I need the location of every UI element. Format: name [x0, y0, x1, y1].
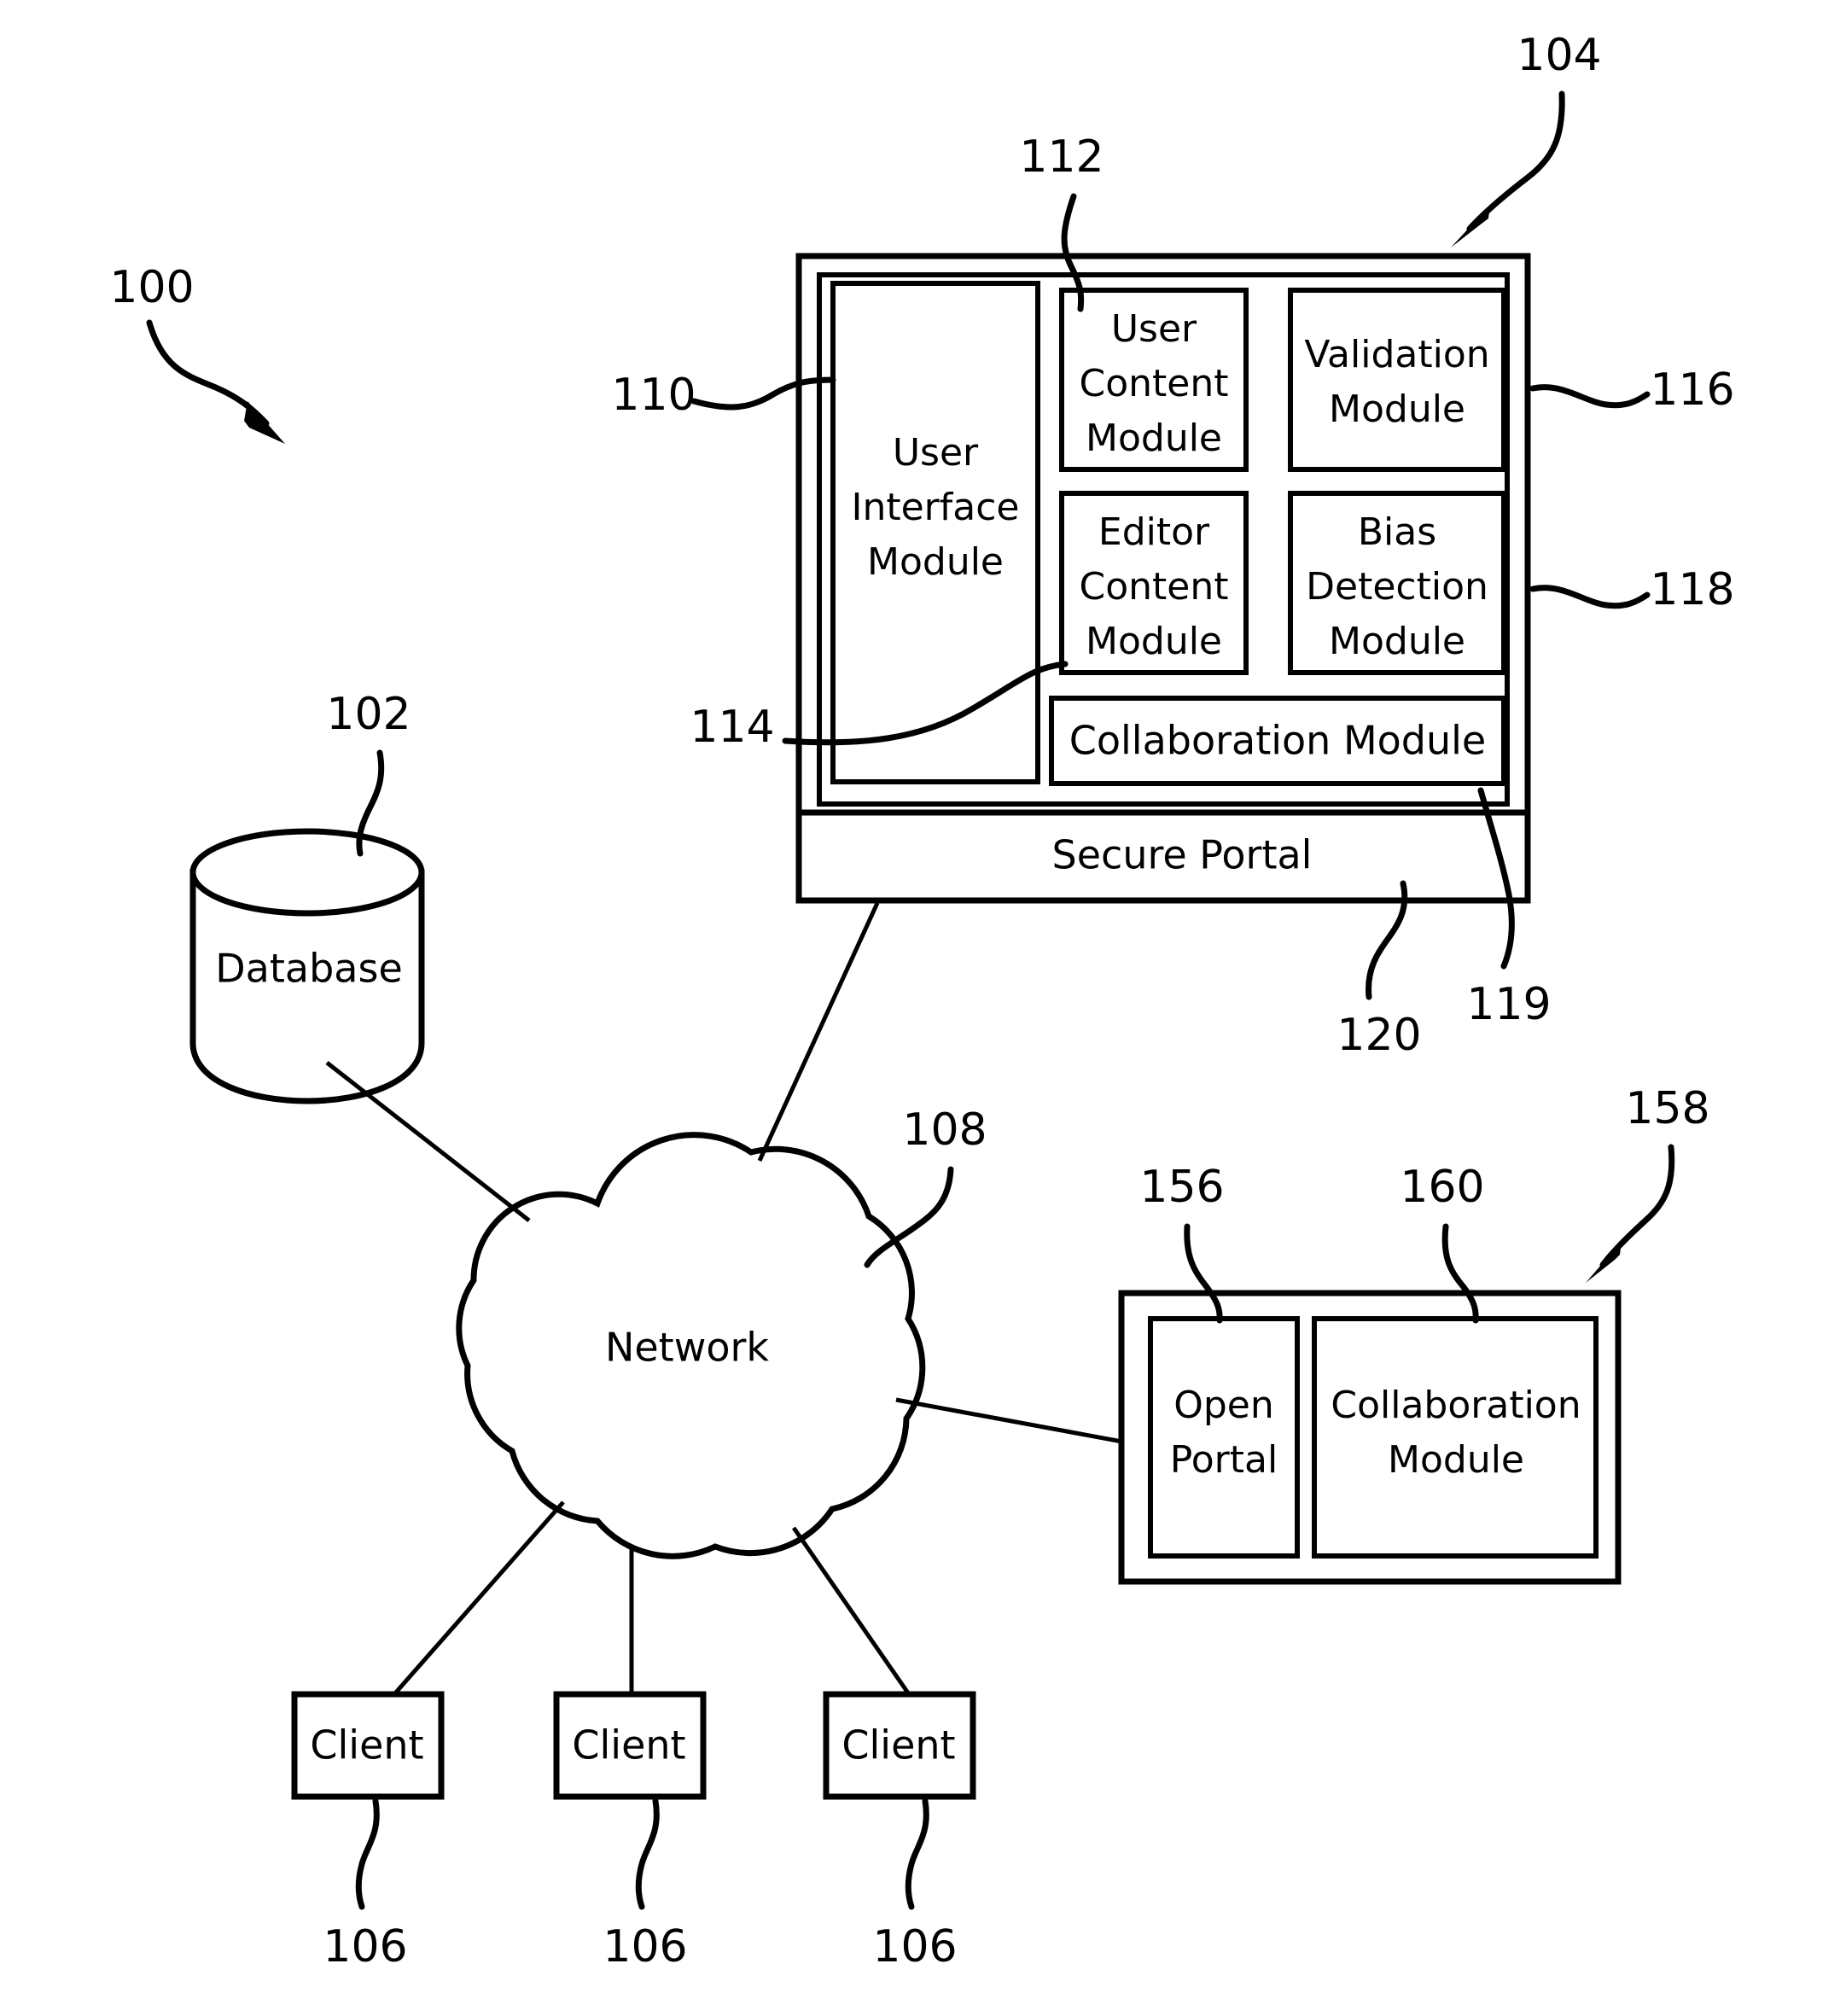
numeral-104: 104 — [1517, 30, 1601, 81]
leader-line-106-3 — [905, 1798, 929, 1910]
numeral-106-1: 106 — [323, 1921, 407, 1972]
database-label: Database — [215, 946, 403, 992]
arrowhead-100 — [244, 401, 285, 444]
module-bias-detection-line1: Bias — [1358, 510, 1436, 554]
numeral-106-3: 106 — [872, 1921, 957, 1972]
numeral-112: 112 — [1019, 131, 1104, 183]
module-open-collaboration[interactable] — [1312, 1316, 1599, 1559]
connector-network-open-system — [895, 1397, 1127, 1445]
callout-104: 104 — [1451, 30, 1602, 248]
numeral-100: 100 — [109, 262, 194, 313]
client-label-2: Client — [572, 1722, 685, 1768]
module-collaboration-label: Collaboration Module — [1069, 718, 1486, 764]
module-validation[interactable] — [1288, 288, 1506, 472]
module-open-portal-line2: Portal — [1170, 1438, 1278, 1482]
client-node-3[interactable]: Client 106 — [823, 1691, 976, 1972]
numeral-108: 108 — [902, 1104, 987, 1156]
open-system-158[interactable]: Open Portal Collaboration Module 156 160… — [1118, 1083, 1710, 1585]
system-callout-100: 100 — [109, 262, 285, 444]
module-user-interface[interactable] — [830, 281, 1040, 784]
module-user-interface-line3: Module — [867, 540, 1004, 584]
module-user-content-line2: Content — [1080, 362, 1229, 405]
module-user-interface-line2: Interface — [852, 486, 1020, 529]
module-user-content-line3: Module — [1086, 417, 1222, 460]
leader-line-106-1 — [355, 1798, 380, 1910]
module-user-content-line1: User — [1111, 307, 1197, 351]
numeral-118: 118 — [1650, 564, 1734, 615]
numeral-106-2: 106 — [603, 1921, 687, 1972]
network-cloud-108[interactable]: Network 108 — [456, 1104, 987, 1559]
leader-line-116 — [1529, 384, 1651, 409]
network-label: Network — [605, 1325, 769, 1371]
numeral-116: 116 — [1650, 364, 1734, 416]
module-editor-content-line1: Editor — [1098, 510, 1210, 554]
leader-line-158 — [1599, 1144, 1675, 1268]
numeral-156: 156 — [1139, 1162, 1224, 1213]
numeral-158: 158 — [1625, 1083, 1709, 1134]
numeral-102: 102 — [326, 689, 411, 740]
callout-118: 118 — [1529, 564, 1735, 615]
server-system-104[interactable]: Secure Portal User Interface Module User… — [795, 253, 1531, 904]
database-cylinder-top[interactable] — [189, 828, 425, 917]
module-validation-line2: Module — [1329, 387, 1465, 431]
client-label-1: Client — [310, 1722, 423, 1768]
module-bias-detection-line3: Module — [1329, 620, 1465, 663]
connector-network-client-1 — [393, 1500, 565, 1696]
database-node-102[interactable]: Database 102 — [189, 689, 425, 1104]
numeral-160: 160 — [1400, 1162, 1484, 1213]
callout-120: 120 — [1336, 880, 1422, 1061]
module-open-portal[interactable] — [1148, 1316, 1300, 1559]
numeral-114: 114 — [690, 702, 774, 753]
connector-database-network — [325, 1061, 531, 1222]
leader-line-118 — [1529, 585, 1651, 609]
connector-network-client-3 — [791, 1526, 911, 1696]
client-node-1[interactable]: Client 106 — [291, 1691, 445, 1972]
patent-figure: 100 Secure Portal User Interface Module … — [0, 0, 1846, 2016]
module-open-portal-line1: Open — [1173, 1384, 1274, 1427]
callout-116: 116 — [1529, 364, 1735, 416]
leader-line-104 — [1466, 90, 1565, 232]
client-label-3: Client — [841, 1722, 955, 1768]
module-bias-detection-line2: Detection — [1306, 565, 1488, 609]
module-user-interface-line1: User — [893, 431, 979, 475]
diagram-canvas: 100 Secure Portal User Interface Module … — [109, 30, 1735, 1972]
module-open-collaboration-line1: Collaboration — [1331, 1384, 1581, 1427]
numeral-120: 120 — [1336, 1010, 1421, 1061]
client-node-2[interactable]: Client 106 — [553, 1691, 707, 1972]
numeral-110: 110 — [611, 370, 696, 421]
module-validation-line1: Validation — [1304, 333, 1489, 376]
module-open-collaboration-line2: Module — [1388, 1438, 1524, 1482]
leader-line-106-2 — [635, 1798, 660, 1910]
secure-portal-label: Secure Portal — [1052, 832, 1313, 878]
connector-server-network — [757, 901, 880, 1162]
module-editor-content-line3: Module — [1086, 620, 1222, 663]
module-editor-content-line2: Content — [1080, 565, 1229, 609]
numeral-119: 119 — [1466, 979, 1551, 1030]
leader-line-108 — [864, 1166, 954, 1268]
